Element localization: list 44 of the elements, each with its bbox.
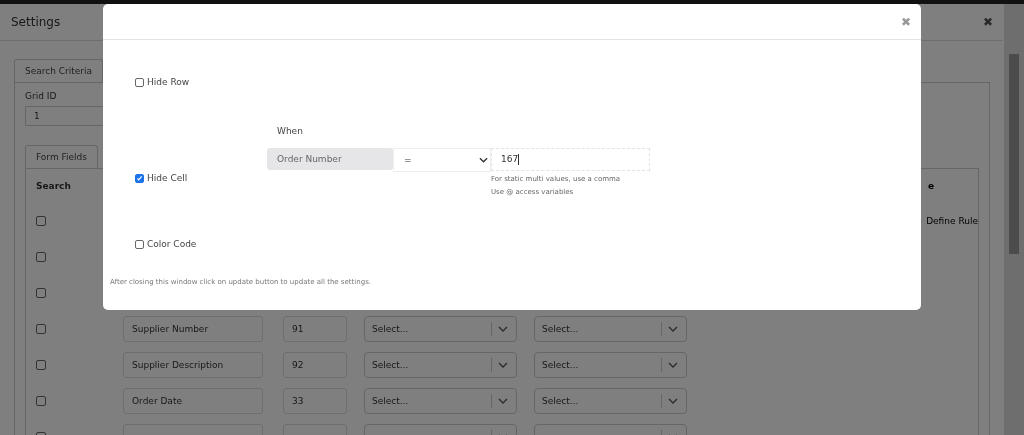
value-input[interactable]: 167: [491, 148, 650, 171]
chevron-icon: [668, 326, 678, 332]
checkbox[interactable]: [135, 173, 144, 183]
select-field[interactable]: Select...: [364, 388, 517, 414]
input-field[interactable]: 91: [283, 316, 347, 342]
checkbox[interactable]: [135, 77, 144, 87]
select-field[interactable]: Select...: [364, 316, 517, 342]
checkbox-label: Color Code: [147, 239, 197, 249]
close-button[interactable]: ✖: [983, 15, 993, 29]
select-field[interactable]: Select...: [534, 316, 687, 342]
select-field[interactable]: Select...: [364, 352, 517, 378]
window-title: Settings: [11, 15, 61, 29]
tab[interactable]: Form Fields: [25, 145, 98, 168]
scrollbar[interactable]: [1004, 4, 1024, 435]
checkbox-label: Hide Cell: [147, 173, 188, 183]
input-field[interactable]: 92: [283, 352, 347, 378]
when-label: When: [277, 126, 304, 138]
chevron-icon: [668, 398, 678, 404]
checkbox[interactable]: [36, 360, 46, 370]
checkbox[interactable]: [36, 216, 46, 226]
field-label: Grid ID: [25, 91, 58, 101]
chevron-icon: [479, 157, 488, 163]
checkbox[interactable]: [36, 324, 46, 334]
chevron-icon: [498, 398, 508, 404]
column-header: e: [927, 181, 934, 191]
input-field[interactable]: 33: [283, 388, 347, 414]
input-field[interactable]: Order Date: [123, 388, 263, 414]
tab[interactable]: Search Criteria: [14, 59, 104, 82]
close-button[interactable]: ✖: [901, 14, 911, 29]
select-field[interactable]: Select...: [534, 352, 687, 378]
operator-select[interactable]: =: [393, 148, 491, 172]
checkbox[interactable]: [36, 396, 46, 406]
column-header: Search: [36, 181, 71, 191]
define-rule-link[interactable]: Define Rule: [926, 216, 978, 226]
checkbox[interactable]: [36, 288, 46, 298]
chevron-icon: [668, 362, 678, 368]
checkbox-label: Hide Row: [147, 77, 190, 87]
checkbox[interactable]: [36, 252, 46, 262]
chevron-icon: [498, 362, 508, 368]
select-field[interactable]: Select...: [534, 388, 687, 414]
input-field[interactable]: Supplier Description: [123, 352, 263, 378]
checkbox[interactable]: [135, 239, 144, 249]
chevron-icon: [498, 326, 508, 332]
input-field[interactable]: Supplier Number: [123, 316, 263, 342]
